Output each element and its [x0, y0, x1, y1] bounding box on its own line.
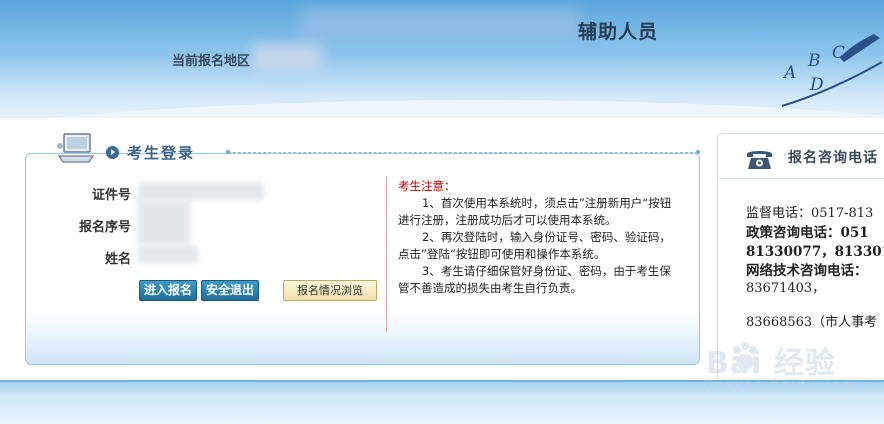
svg-text:C: C: [832, 43, 845, 63]
blurred-region-area: [252, 44, 322, 72]
watermark-url: jingyan.baidu.com: [703, 378, 857, 393]
baidu-jingyan-watermark: Bai 经验 jingyan.baidu.com: [680, 332, 880, 402]
svg-text:A: A: [782, 63, 796, 83]
blurred-title-area: [300, 8, 580, 40]
notice-divider: [386, 176, 387, 332]
abcd-logo-icon: A B C D: [781, 34, 883, 107]
notice-item: 2、再次登陆时，输入身份证号、密码、验证码，点击”登陆“按钮即可使用和操作本系统…: [398, 230, 671, 261]
divider-dot: [696, 150, 700, 154]
svg-text:D: D: [809, 75, 824, 95]
tech-consult-number: 83671403，: [746, 281, 826, 296]
notice-item: 1、首次使用本系统时，须点击”注册新用户“按钮进行注册，注册成功后才可以使用本系…: [398, 196, 672, 227]
exam-notice: 考生注意： 1、首次使用本系统时，须点击”注册新用户“按钮进行注册，注册成功后才…: [398, 178, 676, 328]
name-label: 姓名: [104, 252, 131, 267]
personnel-exam-number: 83668563（市人事考: [746, 315, 878, 330]
login-panel-header: 考生登录: [32, 132, 702, 170]
page-title: 辅助人员: [578, 21, 659, 43]
current-region-label: 当前报名地区: [172, 54, 251, 69]
id-number-input[interactable]: [138, 182, 264, 200]
consult-divider: [718, 178, 884, 179]
id-number-label: 证件号: [91, 188, 131, 203]
policy-consult-numbers: 81330077，8133019: [746, 244, 884, 260]
safe-logout-button[interactable]: 安全退出: [201, 280, 259, 301]
registration-number-label: 报名序号: [78, 220, 131, 235]
name-input[interactable]: [138, 245, 198, 263]
policy-consult-phone: 政策咨询电话：051: [746, 225, 869, 241]
registration-status-browse-button[interactable]: 报名情况浏览: [283, 280, 377, 301]
circle-arrow-icon: [106, 146, 119, 159]
notice-item: 3、考生请仔细保管好身份证、密码，由于考生保管不善造成的损失由考生自行负责。: [398, 264, 671, 295]
login-panel-title: 考生登录: [127, 144, 196, 162]
enter-registration-button[interactable]: 进入报名: [139, 280, 197, 301]
tech-consult-phone: 网络技术咨询电话：: [746, 263, 868, 279]
header-arc: [0, 100, 884, 118]
supervision-phone: 监督电话：0517-813: [746, 206, 874, 221]
consult-panel-title: 报名咨询电话: [788, 150, 878, 166]
divider-dot: [226, 150, 230, 154]
notice-title: 考生注意：: [398, 179, 456, 193]
header-divider: [228, 152, 698, 153]
telephone-icon: [747, 151, 772, 169]
laptop-icon: [57, 133, 95, 163]
watermark-brand: Bai 经验: [706, 346, 836, 381]
svg-text:B: B: [807, 51, 821, 71]
registration-number-input[interactable]: [138, 200, 190, 244]
